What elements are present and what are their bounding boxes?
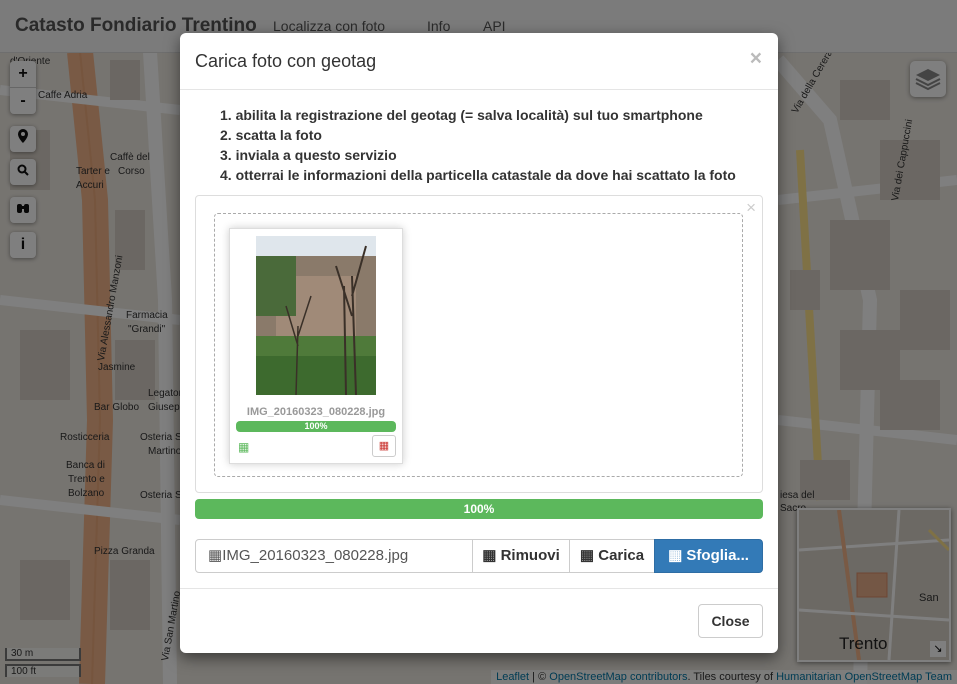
upload-button-label: Carica (598, 547, 645, 564)
browse-button[interactable]: ▦ Sfoglia... (654, 539, 763, 573)
upload-progress-bar: 100% (195, 499, 763, 519)
file-caption-text: IMG_20160323_080228.jpg (222, 547, 409, 564)
instruction-step: 2. scatta la foto (220, 127, 322, 143)
file-input-group: ▦IMG_20160323_080228.jpg ▦ Rimuovi ▦ Car… (195, 539, 763, 573)
instruction-step: 3. inviala a questo servizio (220, 147, 397, 163)
modal-header: Carica foto con geotag × (180, 33, 778, 90)
photo-preview (256, 236, 376, 395)
modal-close-button[interactable]: × (750, 48, 762, 69)
upload-button[interactable]: ▦ Carica (569, 539, 655, 573)
trash-icon: ▦ (482, 547, 497, 564)
instruction-step: 1. abilita la registrazione del geotag (… (220, 107, 703, 123)
file-thumbnail: IMG_20160323_080228.jpg 100% ▦ ▦ (229, 228, 403, 464)
thumbnail-progress-bar: 100% (236, 421, 396, 432)
close-button[interactable]: Close (698, 604, 763, 638)
file-input-box: × IMG_20160323_080228.jpg 100% ▦ ▦ (195, 195, 763, 493)
upload-modal: Carica foto con geotag × 1. abilita la r… (180, 33, 778, 653)
drop-zone[interactable]: IMG_20160323_080228.jpg 100% ▦ ▦ (214, 213, 743, 477)
upload-icon: ▦ (579, 547, 595, 564)
folder-icon: ▦ (668, 547, 683, 564)
modal-footer: Close (180, 588, 778, 654)
instruction-step: 4. otterrai le informazioni della partic… (220, 167, 736, 183)
file-caption[interactable]: ▦IMG_20160323_080228.jpg (195, 539, 487, 573)
remove-file-button[interactable]: ▦ (372, 435, 396, 457)
modal-title: Carica foto con geotag (195, 51, 377, 71)
file-ok-icon: ▦ (238, 440, 250, 454)
remove-button-label: Rimuovi (500, 547, 560, 564)
clear-files-button[interactable]: × (746, 198, 756, 218)
instructions-list: 1. abilita la registrazione del geotag (… (220, 105, 736, 185)
thumbnail-filename: IMG_20160323_080228.jpg (246, 406, 386, 418)
browse-button-label: Sfoglia... (686, 547, 749, 564)
remove-button[interactable]: ▦ Rimuovi (472, 539, 570, 573)
file-icon: ▦ (208, 547, 223, 564)
